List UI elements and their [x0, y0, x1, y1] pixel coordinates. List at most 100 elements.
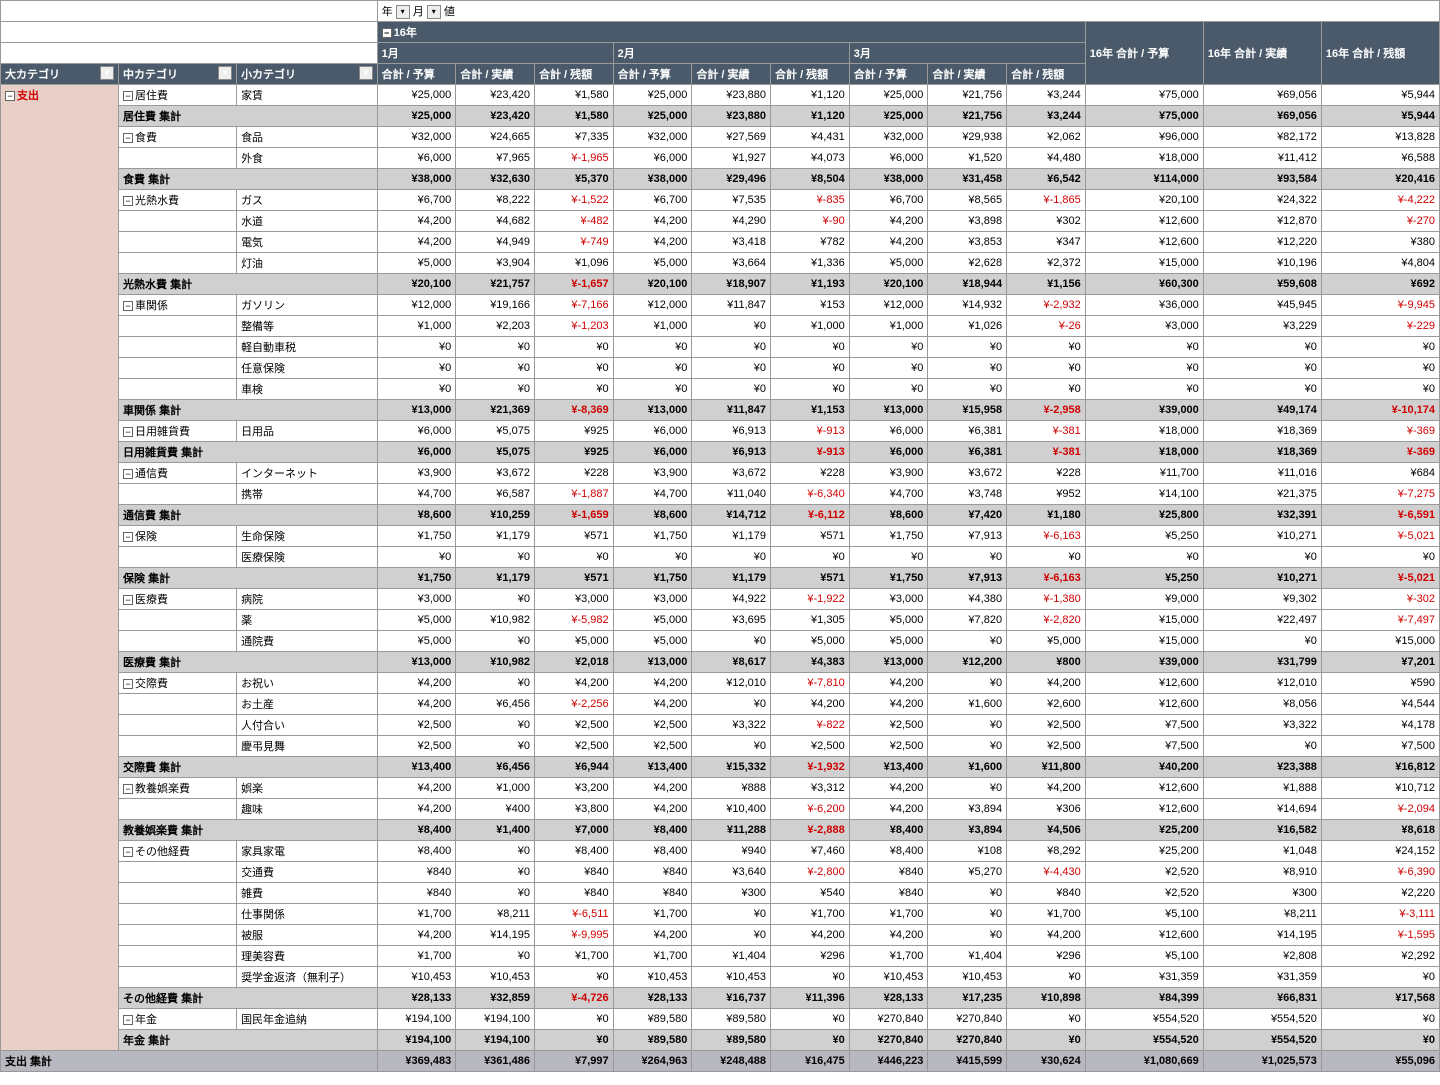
value-cell: ¥0 [692, 358, 771, 379]
small-category: 慶弔見舞 [237, 736, 378, 757]
subtotal-label: 食費 集計 [119, 169, 378, 190]
value-cell: ¥13,000 [613, 652, 692, 673]
value-cell: ¥20,100 [613, 274, 692, 295]
value-cell: ¥31,458 [928, 169, 1007, 190]
small-category: 水道 [237, 211, 378, 232]
value-cell: ¥3,898 [928, 211, 1007, 232]
small-cat-header[interactable]: 小カテゴリ▾ [237, 64, 378, 85]
value-cell: ¥10,453 [456, 967, 535, 988]
mid-category: 居住費 [135, 90, 168, 102]
value-cell: ¥1,750 [377, 526, 456, 547]
value-cell: ¥7,535 [692, 190, 771, 211]
value-cell: ¥6,381 [928, 442, 1007, 463]
value-cell: ¥0 [1321, 967, 1439, 988]
collapse-icon[interactable]: − [123, 196, 133, 206]
filter-icon[interactable]: ▾ [359, 66, 373, 80]
value-cell: ¥-7,497 [1321, 610, 1439, 631]
month-header[interactable]: 3月 [849, 43, 1085, 64]
value-cell: ¥8,618 [1321, 820, 1439, 841]
value-cell: ¥6,913 [692, 442, 771, 463]
value-cell: ¥1,520 [928, 148, 1007, 169]
subtotal-label: 光熱水費 集計 [119, 274, 378, 295]
value-cell: ¥12,010 [692, 673, 771, 694]
value-cell: ¥1,000 [613, 316, 692, 337]
value-cell: ¥840 [377, 883, 456, 904]
value-cell: ¥12,600 [1085, 799, 1203, 820]
subtotal-label: 保険 集計 [119, 568, 378, 589]
value-cell: ¥21,756 [928, 106, 1007, 127]
value-cell: ¥0 [692, 736, 771, 757]
collapse-icon[interactable]: − [123, 1015, 133, 1025]
value-cell: ¥3,418 [692, 232, 771, 253]
month-header[interactable]: 1月 [377, 43, 613, 64]
value-cell: ¥96,000 [1085, 127, 1203, 148]
value-cell: ¥2,628 [928, 253, 1007, 274]
value-cell: ¥4,431 [771, 127, 850, 148]
value-cell: ¥1,179 [456, 568, 535, 589]
filter-icon[interactable]: ▾ [218, 66, 232, 80]
value-cell: ¥19,166 [456, 295, 535, 316]
year-dropdown-icon[interactable]: ▾ [396, 5, 410, 19]
small-category: 医療保険 [237, 547, 378, 568]
grand-value: ¥415,599 [928, 1051, 1007, 1072]
value-cell: ¥108 [928, 841, 1007, 862]
value-cell: ¥5,250 [1085, 568, 1203, 589]
subtotal-label: 教養娯楽費 集計 [119, 820, 378, 841]
value-cell: ¥782 [771, 232, 850, 253]
value-cell: ¥6,700 [377, 190, 456, 211]
value-cell: ¥4,544 [1321, 694, 1439, 715]
year-label: 年 [382, 6, 393, 18]
collapse-icon[interactable]: − [123, 532, 133, 542]
collapse-icon[interactable]: − [123, 847, 133, 857]
value-cell: ¥24,152 [1321, 841, 1439, 862]
value-cell: ¥23,388 [1203, 757, 1321, 778]
month-dropdown-icon[interactable]: ▾ [427, 5, 441, 19]
value-cell: ¥0 [692, 379, 771, 400]
value-cell: ¥15,000 [1321, 631, 1439, 652]
collapse-icon[interactable]: − [123, 301, 133, 311]
collapse-icon[interactable]: − [123, 427, 133, 437]
mid-category: 光熱水費 [135, 195, 179, 207]
value-cell: ¥0 [534, 1030, 613, 1051]
value-cell: ¥-8,369 [534, 400, 613, 421]
collapse-icon[interactable]: − [123, 133, 133, 143]
value-cell: ¥554,520 [1203, 1009, 1321, 1030]
filter-icon[interactable]: ▾ [100, 66, 114, 80]
value-cell: ¥32,000 [377, 127, 456, 148]
collapse-icon[interactable]: − [5, 91, 15, 101]
collapse-icon[interactable]: − [123, 469, 133, 479]
value-cell: ¥3,904 [456, 253, 535, 274]
value-cell: ¥28,133 [377, 988, 456, 1009]
value-cell: ¥3,312 [771, 778, 850, 799]
small-category: 趣味 [237, 799, 378, 820]
collapse-icon[interactable]: − [123, 91, 133, 101]
pivot-table[interactable]: 年 ▾ 月 ▾ 値−16年16年 合計 / 予算16年 合計 / 実績16年 合… [0, 0, 1440, 1072]
value-cell: ¥12,870 [1203, 211, 1321, 232]
value-cell: ¥0 [692, 547, 771, 568]
value-cell: ¥1,000 [771, 316, 850, 337]
value-cell: ¥69,056 [1203, 106, 1321, 127]
value-cell: ¥31,359 [1085, 967, 1203, 988]
value-cell: ¥12,600 [1085, 694, 1203, 715]
value-cell: ¥0 [849, 358, 928, 379]
value-cell: ¥4,922 [692, 589, 771, 610]
month-header[interactable]: 2月 [613, 43, 849, 64]
value-cell: ¥38,000 [849, 169, 928, 190]
small-category: 国民年金追納 [237, 1009, 378, 1030]
value-cell: ¥114,000 [1085, 169, 1203, 190]
value-cell: ¥590 [1321, 673, 1439, 694]
large-cat-header[interactable]: 大カテゴリ▾ [1, 64, 119, 85]
value-cell: ¥0 [456, 358, 535, 379]
small-category: 外食 [237, 148, 378, 169]
collapse-icon[interactable]: − [123, 784, 133, 794]
value-cell: ¥45,945 [1203, 295, 1321, 316]
collapse-icon[interactable]: − [123, 679, 133, 689]
collapse-icon[interactable]: − [382, 28, 392, 38]
collapse-icon[interactable]: − [123, 595, 133, 605]
mid-cat-header[interactable]: 中カテゴリ▾ [119, 64, 237, 85]
value-cell: ¥0 [1321, 1009, 1439, 1030]
value-cell: ¥-1,203 [534, 316, 613, 337]
value-cell: ¥-369 [1321, 442, 1439, 463]
value-cell: ¥12,000 [613, 295, 692, 316]
value-cell: ¥-1,932 [771, 757, 850, 778]
